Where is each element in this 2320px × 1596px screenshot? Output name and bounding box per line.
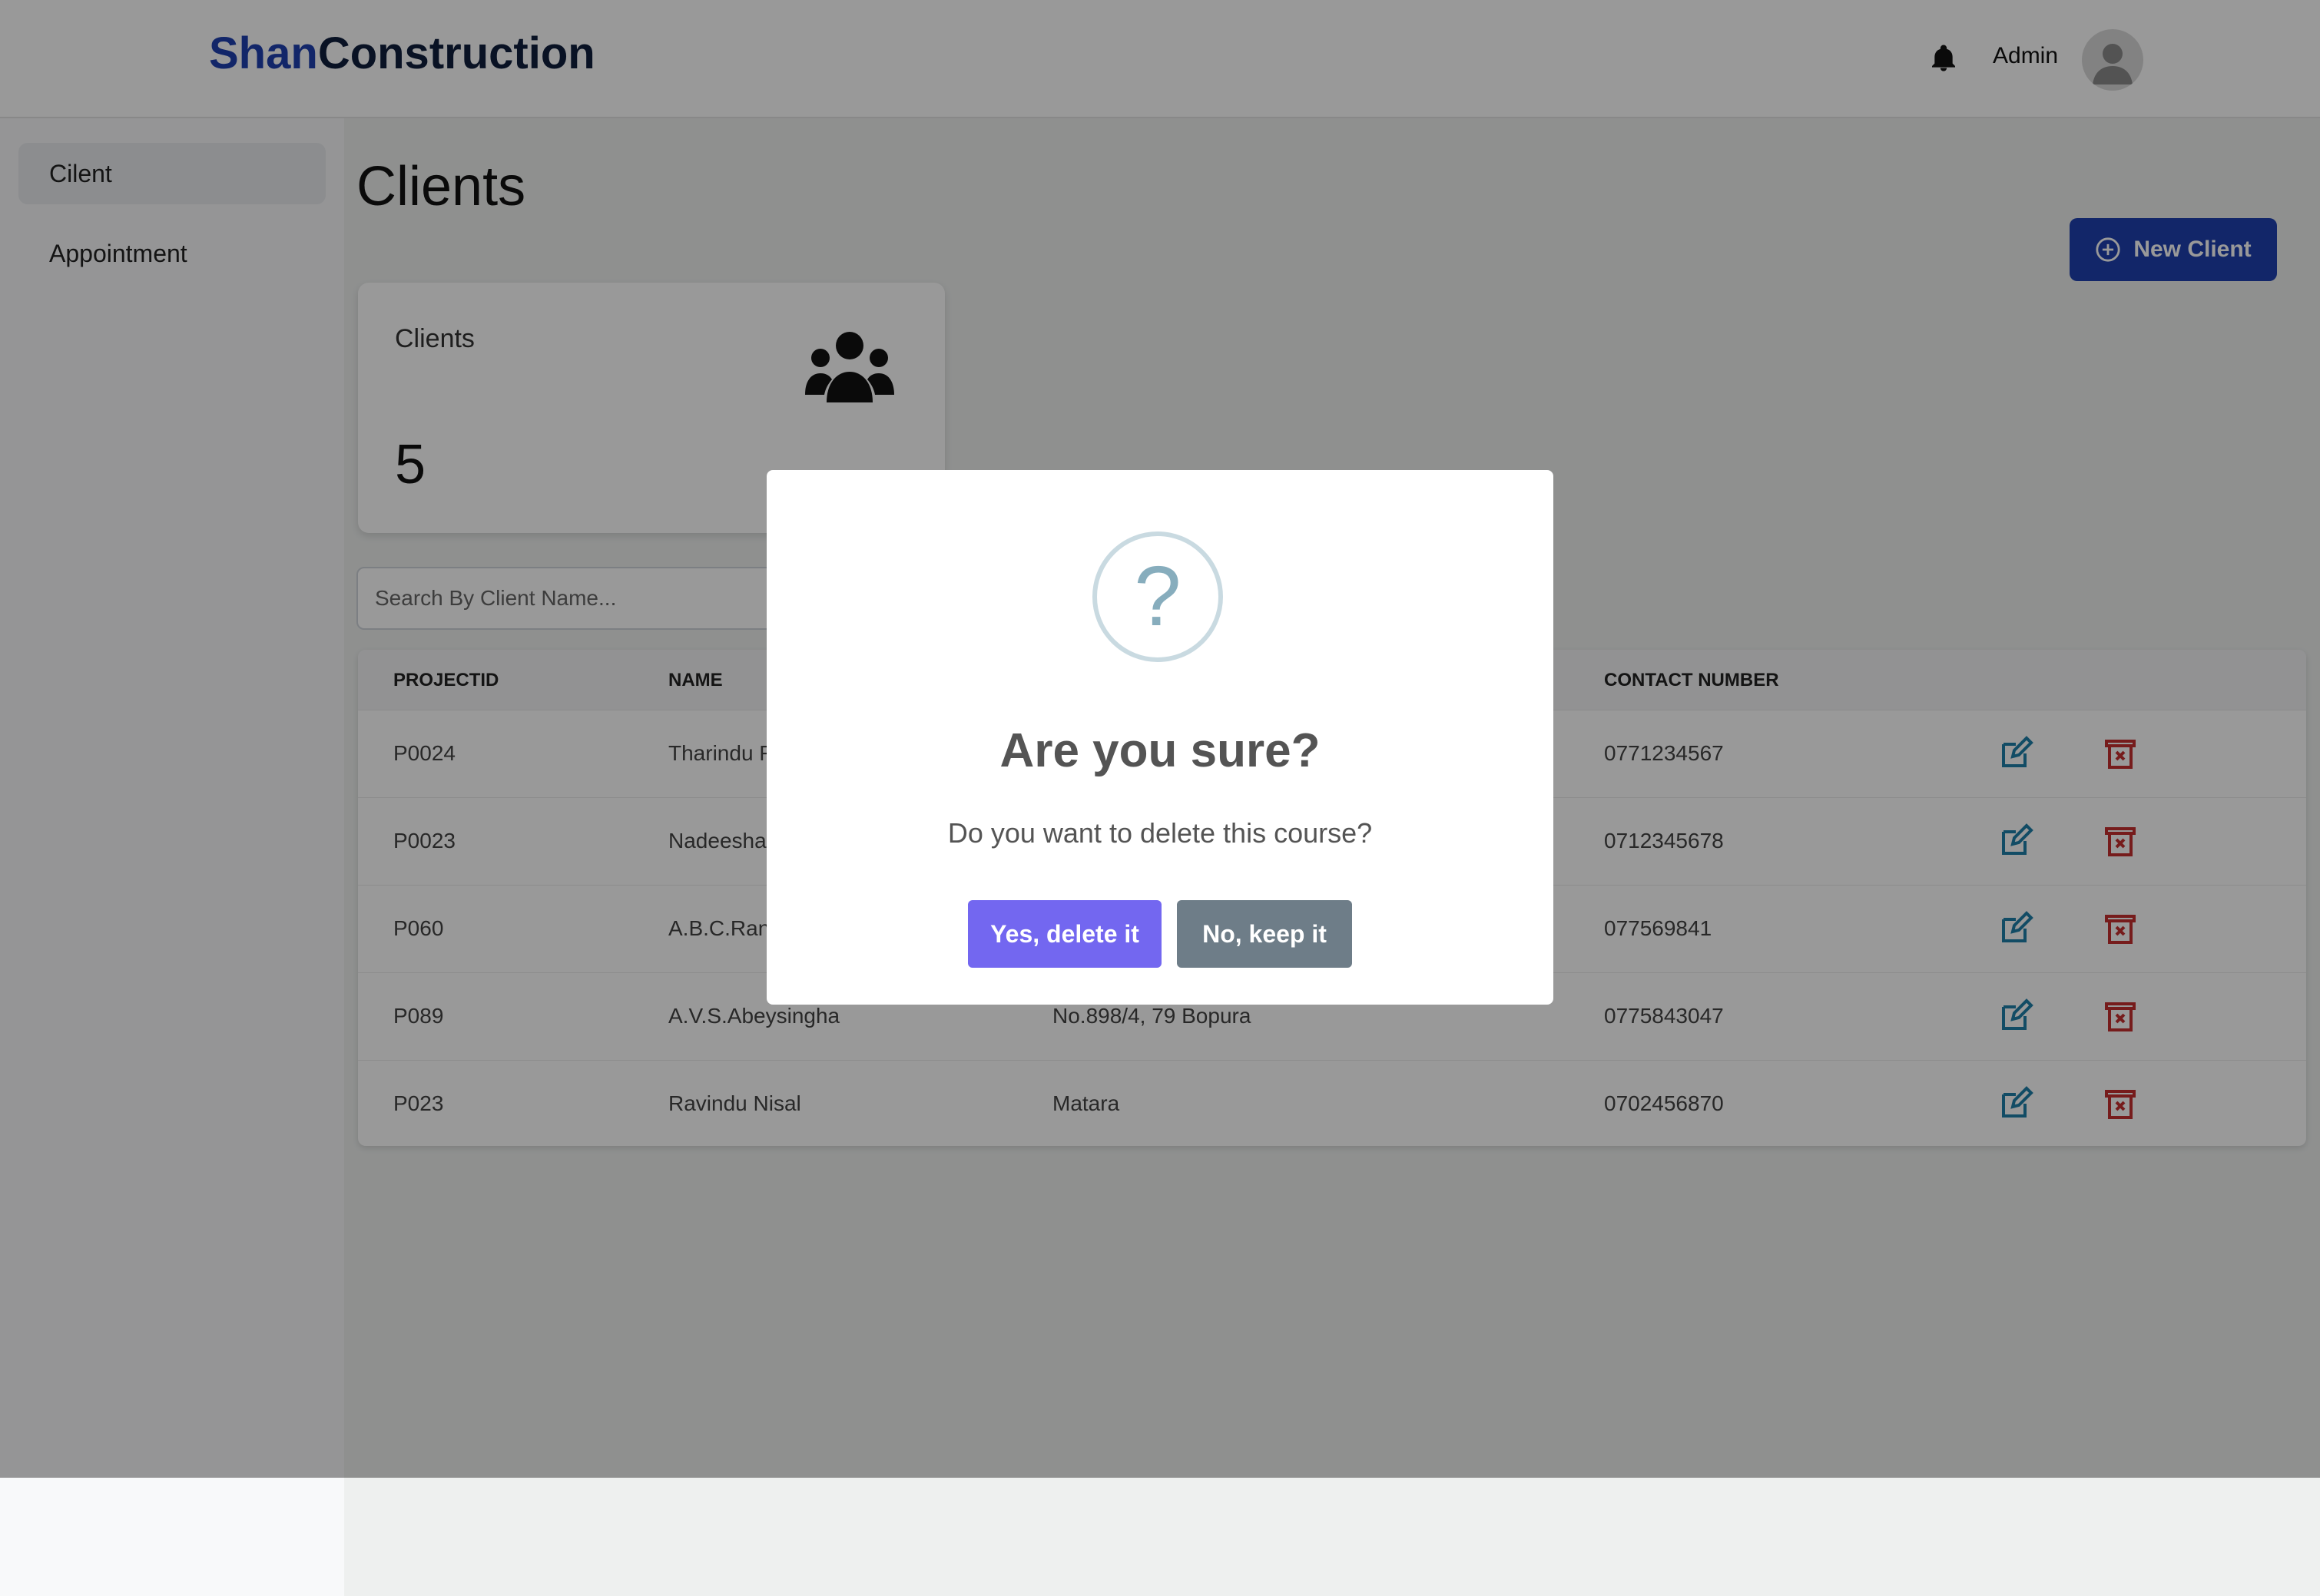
dialog-message: Do you want to delete this course? [947,817,1373,849]
confirm-delete-button[interactable]: Yes, delete it [968,900,1162,968]
cancel-button[interactable]: No, keep it [1177,900,1352,968]
confirm-dialog: ? Are you sure? Do you want to delete th… [767,470,1553,1005]
sidebar-footer [0,1478,344,1596]
dialog-title: Are you sure? [999,724,1321,777]
question-icon: ? [1092,531,1223,662]
